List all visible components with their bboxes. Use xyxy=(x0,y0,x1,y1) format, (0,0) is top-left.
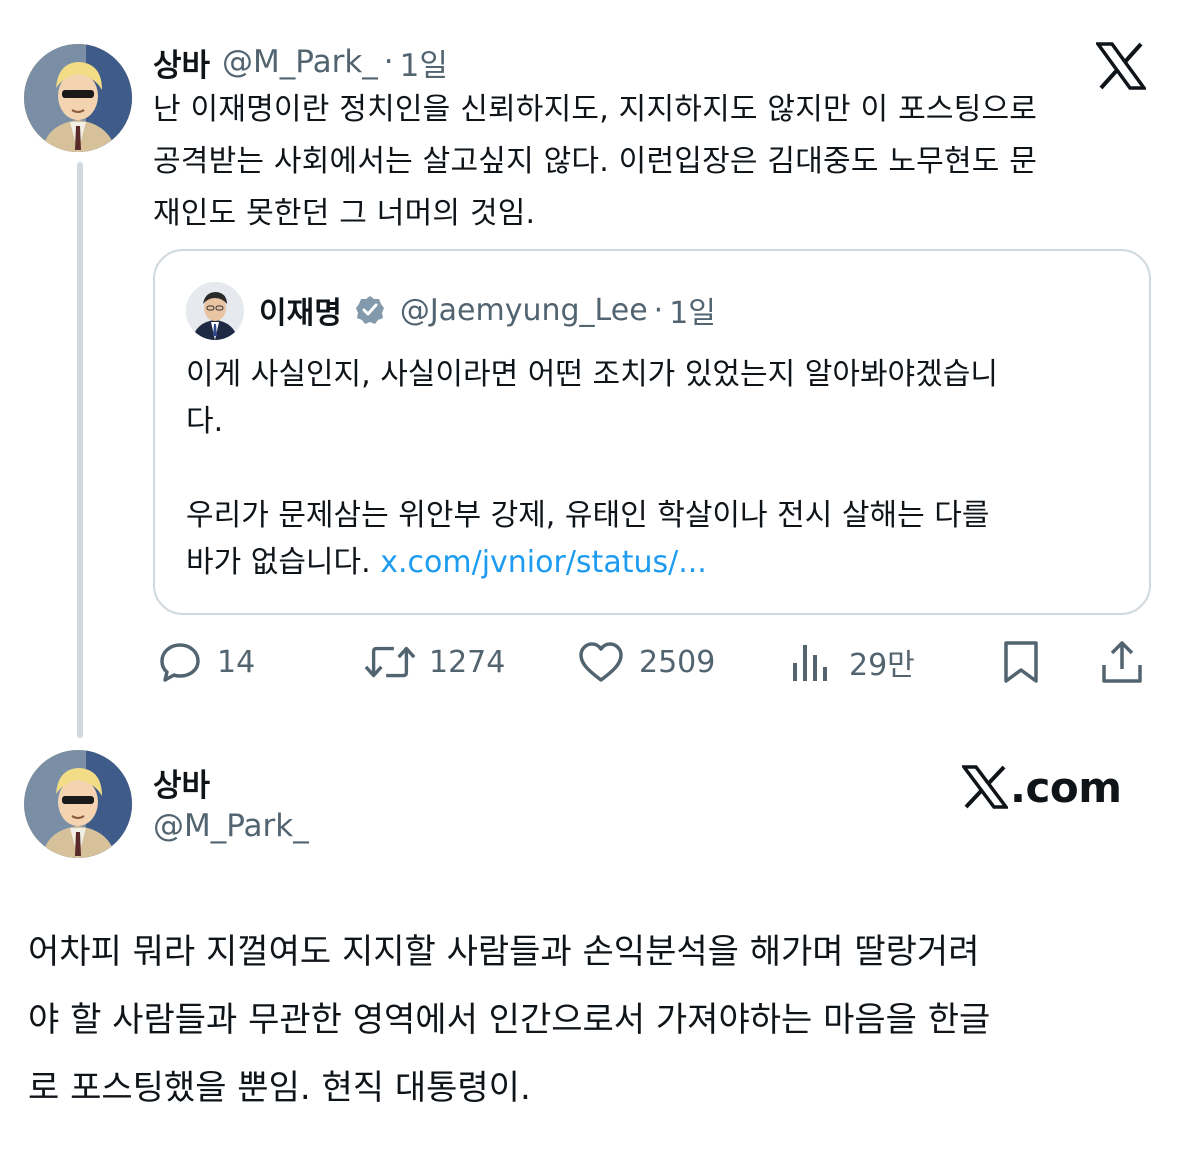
author-handle[interactable]: @M_Park_ xyxy=(153,808,309,844)
share-button[interactable] xyxy=(1099,636,1145,688)
quoted-tweet-card[interactable]: 이재명 @Jaemyung_Lee · 1일 이게 사실인지, 사실이라면 어떤… xyxy=(153,249,1151,615)
quoted-tweet-text: 이게 사실인지, 사실이라면 어떤 조치가 있었는지 알아봐야겠습니 다. 우리… xyxy=(186,351,1116,586)
quoted-tweet-header: 이재명 @Jaemyung_Lee · 1일 xyxy=(259,288,716,332)
quoted-text-line-part: 바가 없습니다. xyxy=(186,545,381,580)
bookmark-button[interactable] xyxy=(998,636,1044,688)
quoted-text-line: 다. xyxy=(186,404,224,439)
views-button[interactable]: 29만 xyxy=(789,636,915,688)
thread-line xyxy=(77,162,83,738)
quoted-text-line: 우리가 문제삼는 위안부 강제, 유태인 학살이나 전시 살해는 다를 xyxy=(186,498,990,533)
verified-badge-icon xyxy=(355,296,384,324)
action-bar: 14 1274 2509 29만 xyxy=(153,636,1153,688)
comment-line: 어차피 뭐라 지껄여도 지지할 사람들과 손익분석을 해가며 딸랑거려 xyxy=(28,932,980,972)
avatar[interactable] xyxy=(24,750,132,858)
reply-icon xyxy=(160,643,200,682)
avatar[interactable] xyxy=(24,44,132,152)
x-com-label: .com xyxy=(962,760,1122,814)
bookmark-icon xyxy=(1004,641,1038,683)
like-button[interactable]: 2509 xyxy=(577,636,715,688)
author-name[interactable]: 상바 xyxy=(153,760,210,805)
tweet-time[interactable]: 1일 xyxy=(400,40,448,85)
separator-dot: · xyxy=(653,292,664,328)
retweet-count: 1274 xyxy=(429,644,506,680)
retweet-icon xyxy=(364,646,416,678)
comment-line: 야 할 사람들과 무관한 영역에서 인간으로서 가져야하는 마음을 한글 xyxy=(28,1000,991,1040)
quoted-text-spacer xyxy=(186,445,1116,492)
separator-dot: · xyxy=(383,44,394,80)
reply-button[interactable]: 14 xyxy=(157,636,255,688)
tweet-text-line: 난 이재명이란 정치인을 신뢰하지도, 지지하지도 않지만 이 포스팅으로 xyxy=(153,92,1038,127)
quoted-author-name[interactable]: 이재명 xyxy=(259,288,342,332)
author-handle[interactable]: @M_Park_ xyxy=(222,44,378,80)
share-icon xyxy=(1102,641,1142,683)
tweet-header: 상바 @M_Park_ · 1일 xyxy=(153,40,448,84)
author-name[interactable]: 상바 xyxy=(153,40,210,85)
tweet-text-line: 공격받는 사회에서는 살고싶지 않다. 이런입장은 김대중도 노무현도 문 xyxy=(153,144,1038,179)
comment-text: 어차피 뭐라 지껄여도 지지할 사람들과 손익분석을 해가며 딸랑거려 야 할 … xyxy=(28,918,1153,1122)
quoted-text-line: 이게 사실인지, 사실이라면 어떤 조치가 있었는지 알아봐야겠습니 xyxy=(186,357,998,392)
like-icon xyxy=(579,642,623,682)
reply-count: 14 xyxy=(217,644,256,680)
x-logo-icon xyxy=(1094,42,1148,90)
tweet-text: 난 이재명이란 정치인을 신뢰하지도, 지지하지도 않지만 이 포스팅으로 공격… xyxy=(153,84,1153,240)
quoted-text-line: 바가 없습니다. x.com/jvnior/status/... xyxy=(186,539,1116,586)
quoted-author-handle[interactable]: @Jaemyung_Lee xyxy=(400,293,648,328)
x-com-text: .com xyxy=(1010,762,1122,812)
quoted-link[interactable]: x.com/jvnior/status/... xyxy=(380,545,707,580)
quoted-tweet-time[interactable]: 1일 xyxy=(669,288,716,332)
retweet-button[interactable]: 1274 xyxy=(363,636,505,688)
comment-line: 로 포스팅했을 뿐임. 현직 대통령이. xyxy=(28,1068,531,1108)
views-icon xyxy=(793,645,827,681)
quoted-avatar[interactable] xyxy=(186,282,244,340)
like-count: 2509 xyxy=(639,644,716,680)
x-logo-icon xyxy=(962,765,1008,809)
view-count: 29만 xyxy=(849,648,915,683)
tweet-text-line: 재인도 못한던 그 너머의 것임. xyxy=(153,196,536,231)
